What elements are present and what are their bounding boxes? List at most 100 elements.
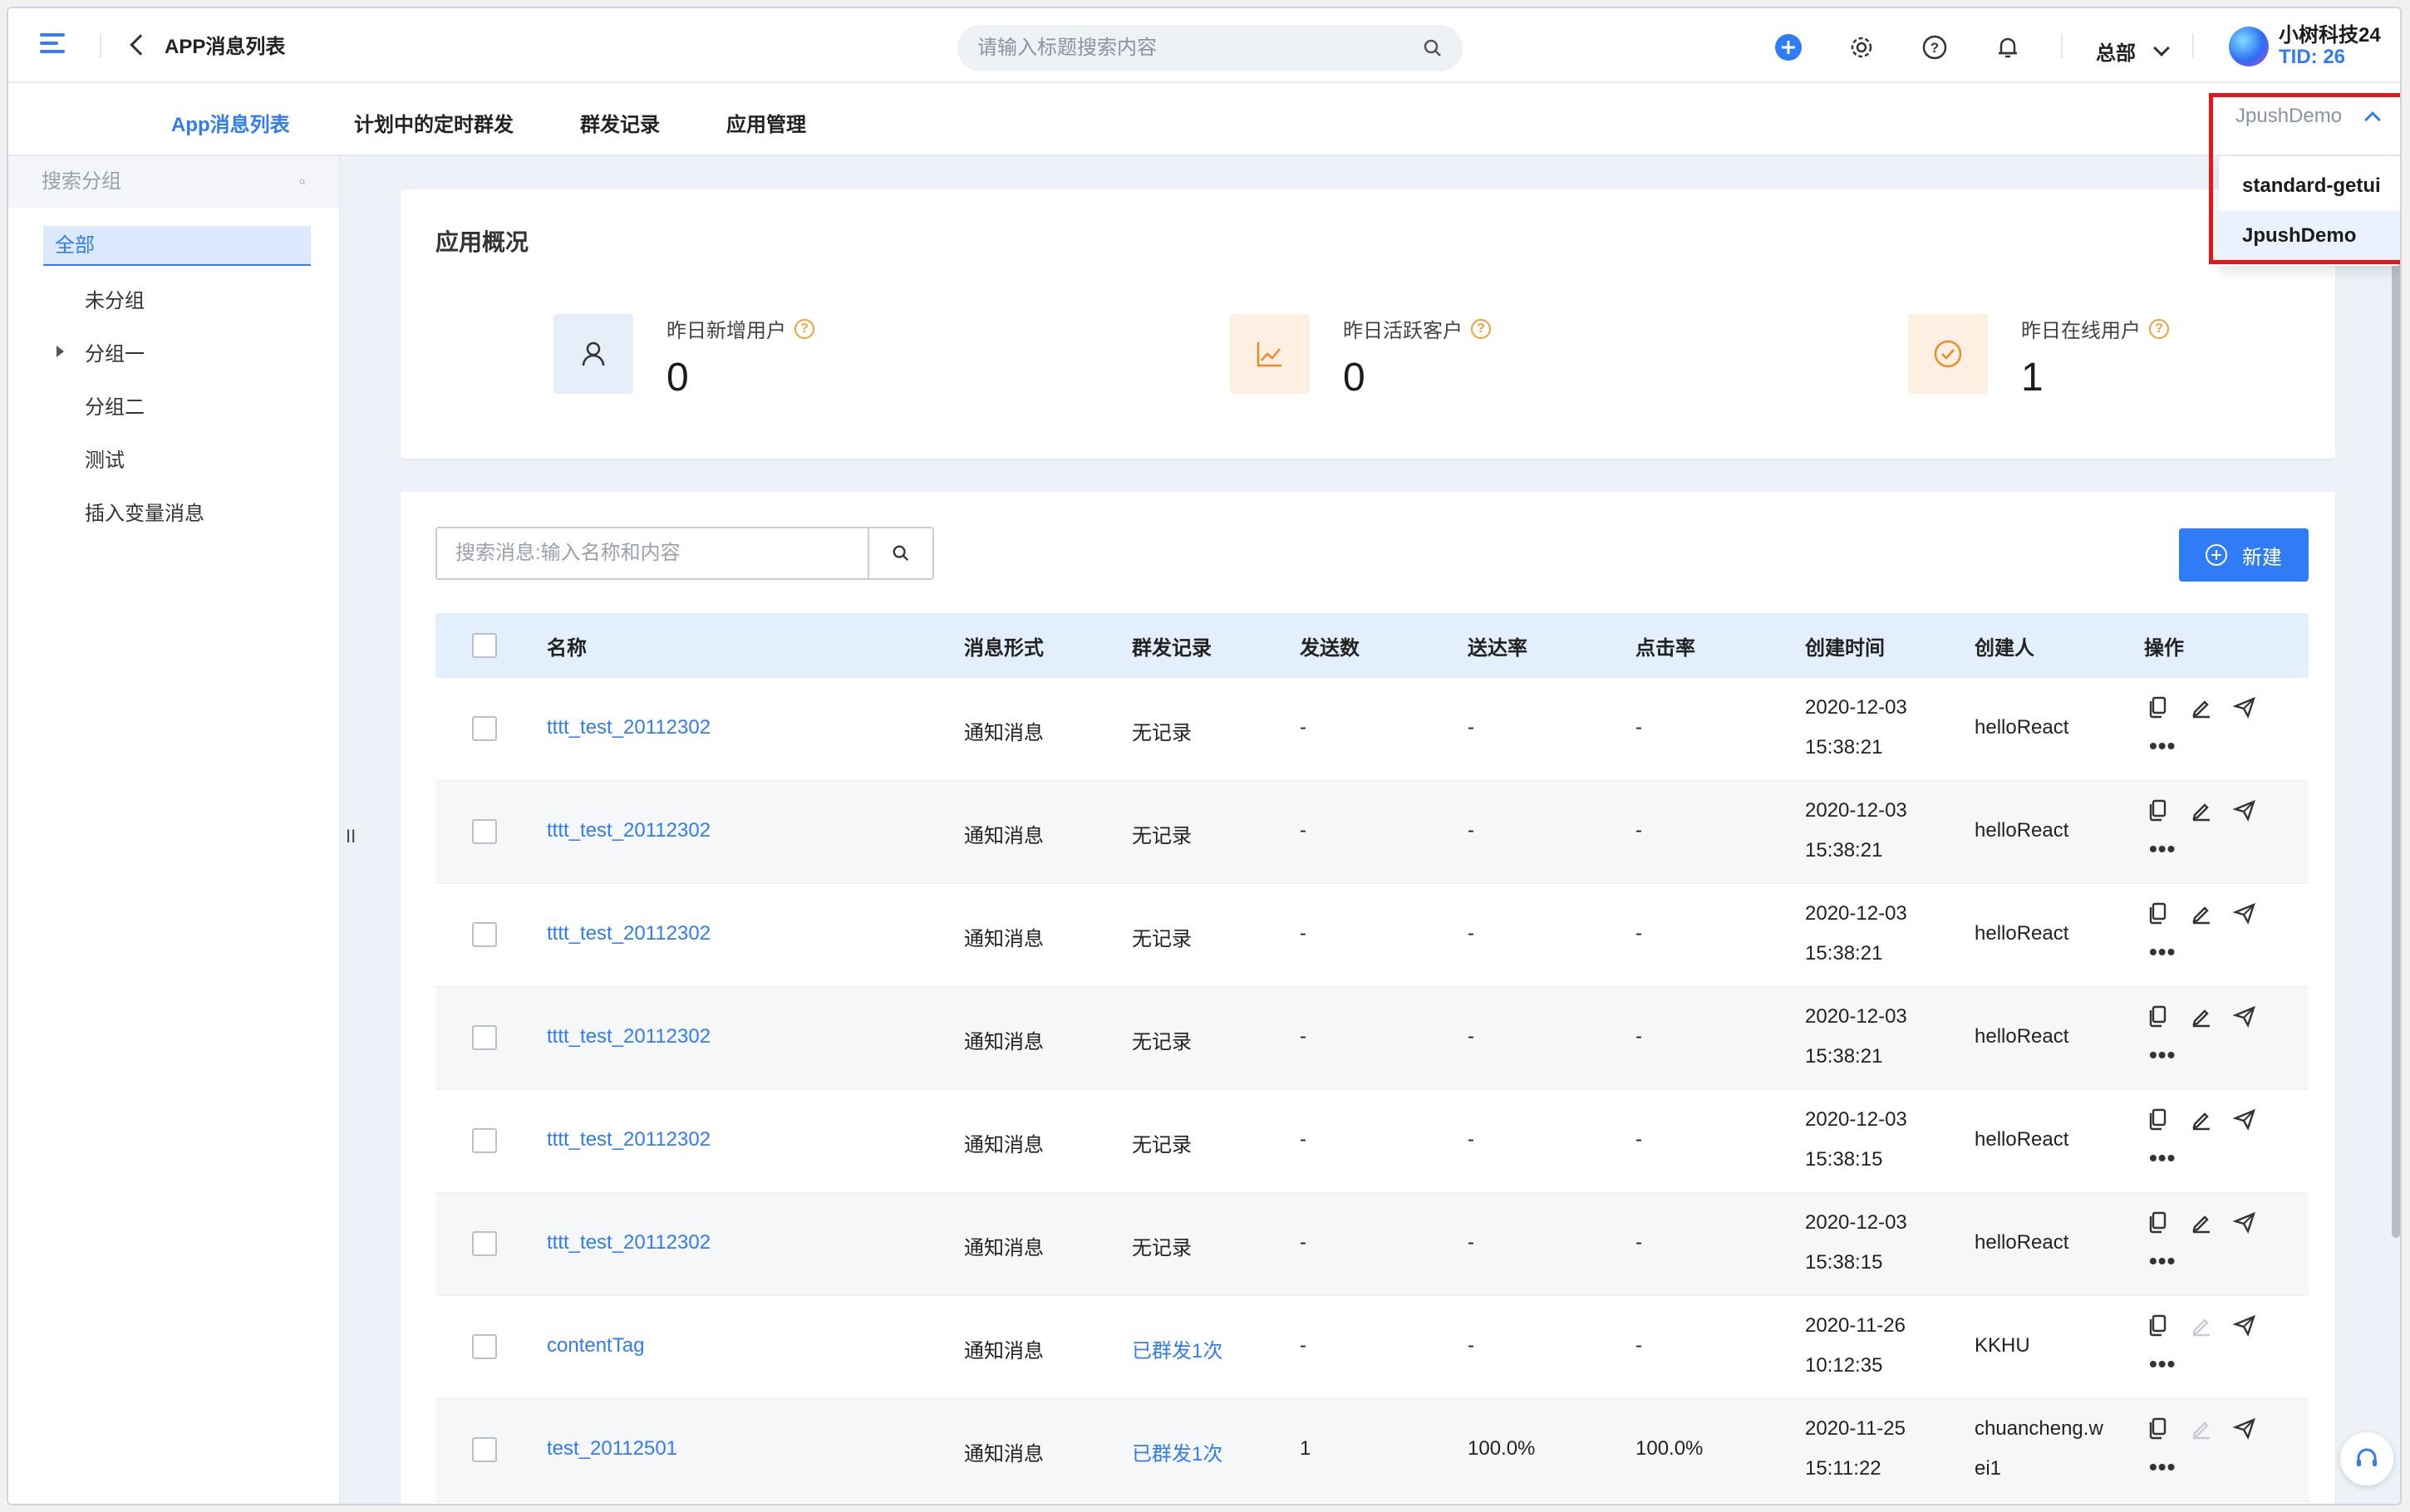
message-name-link[interactable]: tttt_test_20112302: [547, 716, 711, 739]
send-icon[interactable]: [2232, 1107, 2257, 1132]
copy-icon[interactable]: [2146, 1313, 2171, 1338]
overview-title: 应用概况: [435, 229, 529, 255]
message-name-link[interactable]: contentTag: [547, 1334, 644, 1357]
global-search[interactable]: [957, 25, 1463, 71]
copy-icon[interactable]: [2146, 1210, 2171, 1235]
send-icon[interactable]: [2232, 695, 2257, 719]
group-item-group1[interactable]: 分组一: [85, 337, 145, 366]
row-checkbox[interactable]: [472, 819, 497, 844]
created-time: 15:38:21: [1805, 1045, 1883, 1068]
app-selector[interactable]: JpushDemo: [2235, 105, 2381, 128]
branch-selector[interactable]: 总部: [2096, 37, 2170, 66]
edit-icon[interactable]: [2189, 695, 2214, 719]
row-checkbox[interactable]: [472, 1334, 497, 1359]
col-click[interactable]: 点击率: [1635, 631, 1695, 660]
question-icon[interactable]: ?: [1471, 318, 1491, 339]
message-name-link[interactable]: tttt_test_20112302: [547, 922, 711, 945]
message-name-link[interactable]: tttt_test_20112302: [547, 1231, 711, 1254]
group-item-group2[interactable]: 分组二: [85, 390, 145, 420]
row-actions: [2146, 695, 2275, 719]
more-icon[interactable]: •••: [2149, 1145, 2176, 1171]
edit-icon[interactable]: [2189, 1107, 2214, 1132]
edit-icon[interactable]: [2189, 901, 2214, 925]
tab-app-messages[interactable]: App消息列表: [171, 108, 290, 160]
caret-right-icon[interactable]: [57, 346, 64, 357]
message-name-link[interactable]: test_20112501: [547, 1437, 677, 1460]
col-type[interactable]: 消息形式: [964, 631, 1044, 660]
col-sent[interactable]: 发送数: [1300, 631, 1360, 660]
scrollbar[interactable]: [2392, 224, 2400, 1238]
group-item-ungrouped[interactable]: 未分组: [85, 284, 145, 313]
row-checkbox[interactable]: [472, 1128, 497, 1153]
tab-app-management[interactable]: 应用管理: [726, 108, 806, 137]
help-icon[interactable]: ?: [1921, 34, 1948, 61]
copy-icon[interactable]: [2146, 695, 2171, 719]
row-checkbox[interactable]: [472, 922, 497, 947]
support-button[interactable]: [2340, 1432, 2393, 1485]
tab-scheduled[interactable]: 计划中的定时群发: [354, 108, 514, 137]
question-icon[interactable]: ?: [794, 318, 814, 339]
copy-icon[interactable]: [2146, 901, 2171, 925]
col-name[interactable]: 名称: [547, 631, 587, 660]
bell-icon[interactable]: [1994, 34, 2021, 61]
send-icon[interactable]: [2232, 798, 2257, 822]
copy-icon[interactable]: [2146, 1416, 2171, 1441]
edit-icon[interactable]: [2189, 1004, 2214, 1028]
add-icon[interactable]: [1775, 34, 1802, 61]
row-checkbox[interactable]: [472, 716, 497, 741]
copy-icon[interactable]: [2146, 1004, 2171, 1028]
group-search-input[interactable]: [42, 170, 299, 194]
tab-send-records[interactable]: 群发记录: [580, 108, 660, 137]
app-option[interactable]: standard-getui: [2219, 161, 2400, 211]
send-icon[interactable]: [2232, 1210, 2257, 1235]
more-icon[interactable]: •••: [2149, 1454, 2176, 1480]
copy-icon[interactable]: [2146, 1107, 2171, 1132]
send-icon[interactable]: [2232, 901, 2257, 925]
group-item-test[interactable]: 测试: [85, 444, 125, 473]
send-record[interactable]: 已群发1次: [1132, 1437, 1222, 1466]
search-button[interactable]: [868, 528, 932, 578]
back-button[interactable]: APP消息列表: [130, 30, 285, 59]
created-date: 2020-12-03: [1805, 902, 1907, 925]
message-search-input[interactable]: [437, 528, 868, 578]
more-icon[interactable]: •••: [2149, 939, 2176, 965]
new-message-button[interactable]: 新建: [2179, 528, 2309, 582]
menu-toggle-icon[interactable]: [40, 33, 68, 58]
edit-icon[interactable]: [2189, 798, 2214, 822]
more-icon[interactable]: •••: [2149, 1042, 2176, 1068]
col-delivery[interactable]: 送达率: [1468, 631, 1527, 660]
message-name-link[interactable]: tttt_test_20112302: [547, 1128, 711, 1151]
message-name-link[interactable]: tttt_test_20112302: [547, 819, 711, 842]
group-item-variables[interactable]: 插入变量消息: [85, 497, 204, 526]
settings-icon[interactable]: [1848, 34, 1875, 61]
col-creator[interactable]: 创建人: [1975, 631, 2034, 660]
more-icon[interactable]: •••: [2149, 836, 2176, 862]
copy-icon[interactable]: [2146, 798, 2171, 822]
row-checkbox[interactable]: [472, 1231, 497, 1256]
message-search[interactable]: [435, 527, 934, 580]
sidebar-collapse-handle[interactable]: II: [346, 826, 356, 847]
send-icon[interactable]: [2232, 1416, 2257, 1441]
question-icon[interactable]: ?: [2149, 318, 2169, 339]
send-icon[interactable]: [2232, 1004, 2257, 1028]
more-icon[interactable]: •••: [2149, 733, 2176, 759]
edit-icon[interactable]: [2189, 1210, 2214, 1235]
more-icon[interactable]: •••: [2149, 1248, 2176, 1274]
app-option-selected[interactable]: JpushDemo: [2219, 211, 2400, 261]
send-icon[interactable]: [2232, 1313, 2257, 1338]
message-name-link[interactable]: tttt_test_20112302: [547, 1025, 711, 1048]
col-created-time[interactable]: 创建时间: [1805, 631, 1885, 660]
global-search-input[interactable]: [977, 37, 1423, 60]
search-icon[interactable]: [1423, 38, 1443, 58]
divider: [2061, 33, 2063, 58]
search-icon[interactable]: [299, 172, 306, 192]
row-checkbox[interactable]: [472, 1025, 497, 1050]
row-checkbox[interactable]: [472, 1437, 497, 1462]
group-search[interactable]: [8, 156, 339, 208]
user-menu[interactable]: 小树科技24 TID: 26: [2229, 25, 2381, 68]
select-all-checkbox[interactable]: [472, 633, 497, 658]
send-record[interactable]: 已群发1次: [1132, 1334, 1222, 1363]
more-icon[interactable]: •••: [2149, 1351, 2176, 1377]
col-record[interactable]: 群发记录: [1132, 631, 1212, 660]
group-item-all[interactable]: 全部: [43, 226, 311, 266]
